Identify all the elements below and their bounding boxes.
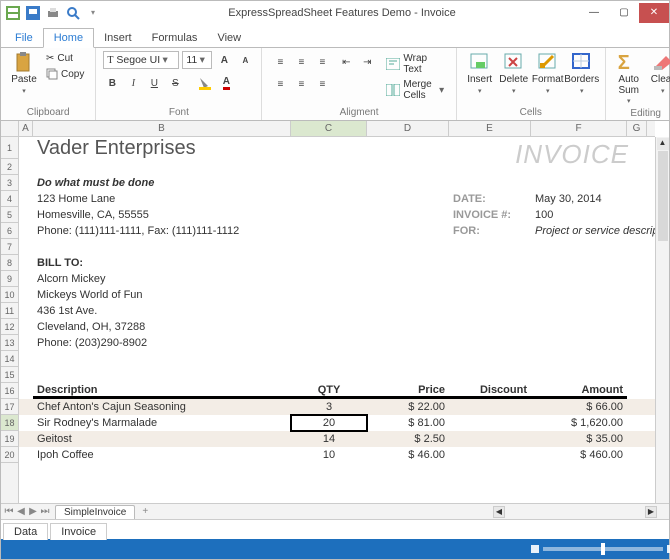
col-D[interactable]: D bbox=[367, 121, 449, 136]
add-sheet-button[interactable]: + bbox=[138, 506, 152, 517]
pagetab-data[interactable]: Data bbox=[3, 523, 48, 540]
cut-button[interactable]: ✂Cut bbox=[43, 52, 87, 65]
col-F[interactable]: F bbox=[531, 121, 627, 136]
quick-access-toolbar: ▾ bbox=[1, 3, 105, 23]
italic-button[interactable]: I bbox=[124, 74, 142, 92]
align-bottom-button[interactable]: ≡ bbox=[313, 53, 331, 71]
format-button[interactable]: Format▾ bbox=[531, 50, 565, 97]
col-B[interactable]: B bbox=[33, 121, 291, 136]
align-right-button[interactable]: ≡ bbox=[313, 75, 331, 93]
col-E[interactable]: E bbox=[449, 121, 531, 136]
shrink-font-button[interactable]: A bbox=[236, 51, 254, 69]
align-center-button[interactable]: ≡ bbox=[292, 75, 310, 93]
page-tabs: Data Invoice bbox=[1, 519, 669, 539]
bold-button[interactable]: B bbox=[103, 74, 121, 92]
autosum-button[interactable]: ΣAuto Sum▾ bbox=[612, 50, 646, 107]
delete-button[interactable]: Delete▾ bbox=[497, 50, 531, 97]
window-title: ExpressSpreadSheet Features Demo - Invoi… bbox=[105, 7, 579, 19]
tab-view[interactable]: View bbox=[207, 29, 251, 47]
maximize-button[interactable]: ▢ bbox=[609, 3, 639, 23]
col-C[interactable]: C bbox=[291, 121, 367, 136]
tab-formulas[interactable]: Formulas bbox=[142, 29, 208, 47]
qat-dropdown-icon[interactable]: ▾ bbox=[85, 5, 101, 21]
status-bar bbox=[1, 539, 669, 559]
paste-icon bbox=[13, 52, 35, 74]
titlebar: ▾ ExpressSpreadSheet Features Demo - Inv… bbox=[1, 1, 669, 25]
pagetab-invoice[interactable]: Invoice bbox=[50, 523, 107, 540]
ribbon: Paste ▾ ✂Cut Copy Clipboard T Segoe UI▾ … bbox=[1, 47, 669, 121]
insert-button[interactable]: Insert▾ bbox=[463, 50, 497, 97]
vertical-scrollbar[interactable]: ▲ bbox=[655, 137, 669, 503]
col-A[interactable]: A bbox=[19, 121, 33, 136]
grow-font-button[interactable]: A bbox=[215, 51, 233, 69]
app-icon bbox=[5, 5, 21, 21]
tab-insert[interactable]: Insert bbox=[94, 29, 142, 47]
wrap-icon bbox=[386, 58, 400, 70]
select-all-corner[interactable] bbox=[1, 121, 19, 137]
minimize-button[interactable]: — bbox=[579, 3, 609, 23]
company-name: Vader Enterprises bbox=[33, 137, 291, 159]
clear-icon bbox=[652, 52, 670, 74]
copy-icon bbox=[46, 68, 58, 80]
merge-cells-button[interactable]: Merge Cells▾ bbox=[383, 78, 447, 102]
invoice-watermark: INVOICE bbox=[515, 139, 629, 170]
zoom-slider[interactable] bbox=[543, 547, 663, 551]
wrap-text-button[interactable]: Wrap Text bbox=[383, 52, 447, 76]
grid-cells[interactable]: INVOICE Vader Enterprises Do what must b… bbox=[19, 137, 655, 503]
save-icon[interactable] bbox=[25, 5, 41, 21]
sheet-tab[interactable]: SimpleInvoice bbox=[55, 505, 135, 519]
row-headers[interactable]: 1234567891011121314151617181920 bbox=[1, 137, 19, 503]
delete-icon bbox=[503, 52, 525, 74]
strike-button[interactable]: S bbox=[166, 74, 184, 92]
group-clipboard: Paste ▾ ✂Cut Copy Clipboard bbox=[1, 48, 96, 120]
spreadsheet-grid[interactable]: A B C D E F G 12345678910111213141516171… bbox=[1, 121, 669, 519]
app-window: ▾ ExpressSpreadSheet Features Demo - Inv… bbox=[0, 0, 670, 560]
preview-icon[interactable] bbox=[65, 5, 81, 21]
align-top-button[interactable]: ≡ bbox=[271, 53, 289, 71]
fillcolor-button[interactable] bbox=[196, 74, 214, 92]
fontcolor-button[interactable]: A bbox=[217, 74, 235, 92]
column-headers[interactable]: A B C D E F G bbox=[19, 121, 655, 137]
paste-button[interactable]: Paste ▾ bbox=[7, 50, 41, 97]
sheet-tab-bar: ⏮◀▶⏭ SimpleInvoice + ◀▶ bbox=[1, 503, 669, 519]
group-font: T Segoe UI▾ 11▾ A A B I U S A Font bbox=[96, 48, 262, 120]
insert-icon bbox=[469, 52, 491, 74]
sheet-nav[interactable]: ⏮◀▶⏭ bbox=[1, 506, 53, 517]
ribbon-tabs: File Home Insert Formulas View bbox=[1, 25, 669, 47]
col-G[interactable]: G bbox=[627, 121, 647, 136]
underline-button[interactable]: U bbox=[145, 74, 163, 92]
copy-button[interactable]: Copy bbox=[43, 67, 87, 81]
borders-button[interactable]: Borders▾ bbox=[565, 50, 599, 97]
company-slogan: Do what must be done bbox=[33, 175, 291, 191]
format-icon bbox=[537, 52, 559, 74]
clear-button[interactable]: Clear▾ bbox=[646, 50, 670, 97]
group-alignment: ≡ ≡ ≡ ≡ ≡ ≡ ⇤⇥ Wrap Text Merge bbox=[262, 48, 456, 120]
font-size-combo[interactable]: 11▾ bbox=[182, 51, 212, 69]
horizontal-scrollbar[interactable]: ◀▶ bbox=[152, 506, 669, 518]
cut-icon: ✂ bbox=[46, 53, 54, 64]
merge-icon bbox=[386, 84, 400, 96]
print-icon[interactable] bbox=[45, 5, 61, 21]
tab-home[interactable]: Home bbox=[43, 28, 94, 48]
window-buttons: — ▢ ✕ bbox=[579, 3, 669, 23]
close-button[interactable]: ✕ bbox=[639, 3, 669, 23]
tab-file[interactable]: File bbox=[5, 29, 43, 47]
align-middle-button[interactable]: ≡ bbox=[292, 53, 310, 71]
font-name-combo[interactable]: T Segoe UI▾ bbox=[103, 51, 179, 69]
group-editing: ΣAuto Sum▾ Clear▾ Editing bbox=[606, 48, 670, 120]
sum-icon: Σ bbox=[618, 52, 640, 74]
group-cells: Insert▾ Delete▾ Format▾ Borders▾ Cells bbox=[457, 48, 606, 120]
indent-button[interactable]: ⇥ bbox=[358, 53, 376, 71]
outdent-button[interactable]: ⇤ bbox=[337, 53, 355, 71]
borders-icon bbox=[571, 52, 593, 74]
align-left-button[interactable]: ≡ bbox=[271, 75, 289, 93]
